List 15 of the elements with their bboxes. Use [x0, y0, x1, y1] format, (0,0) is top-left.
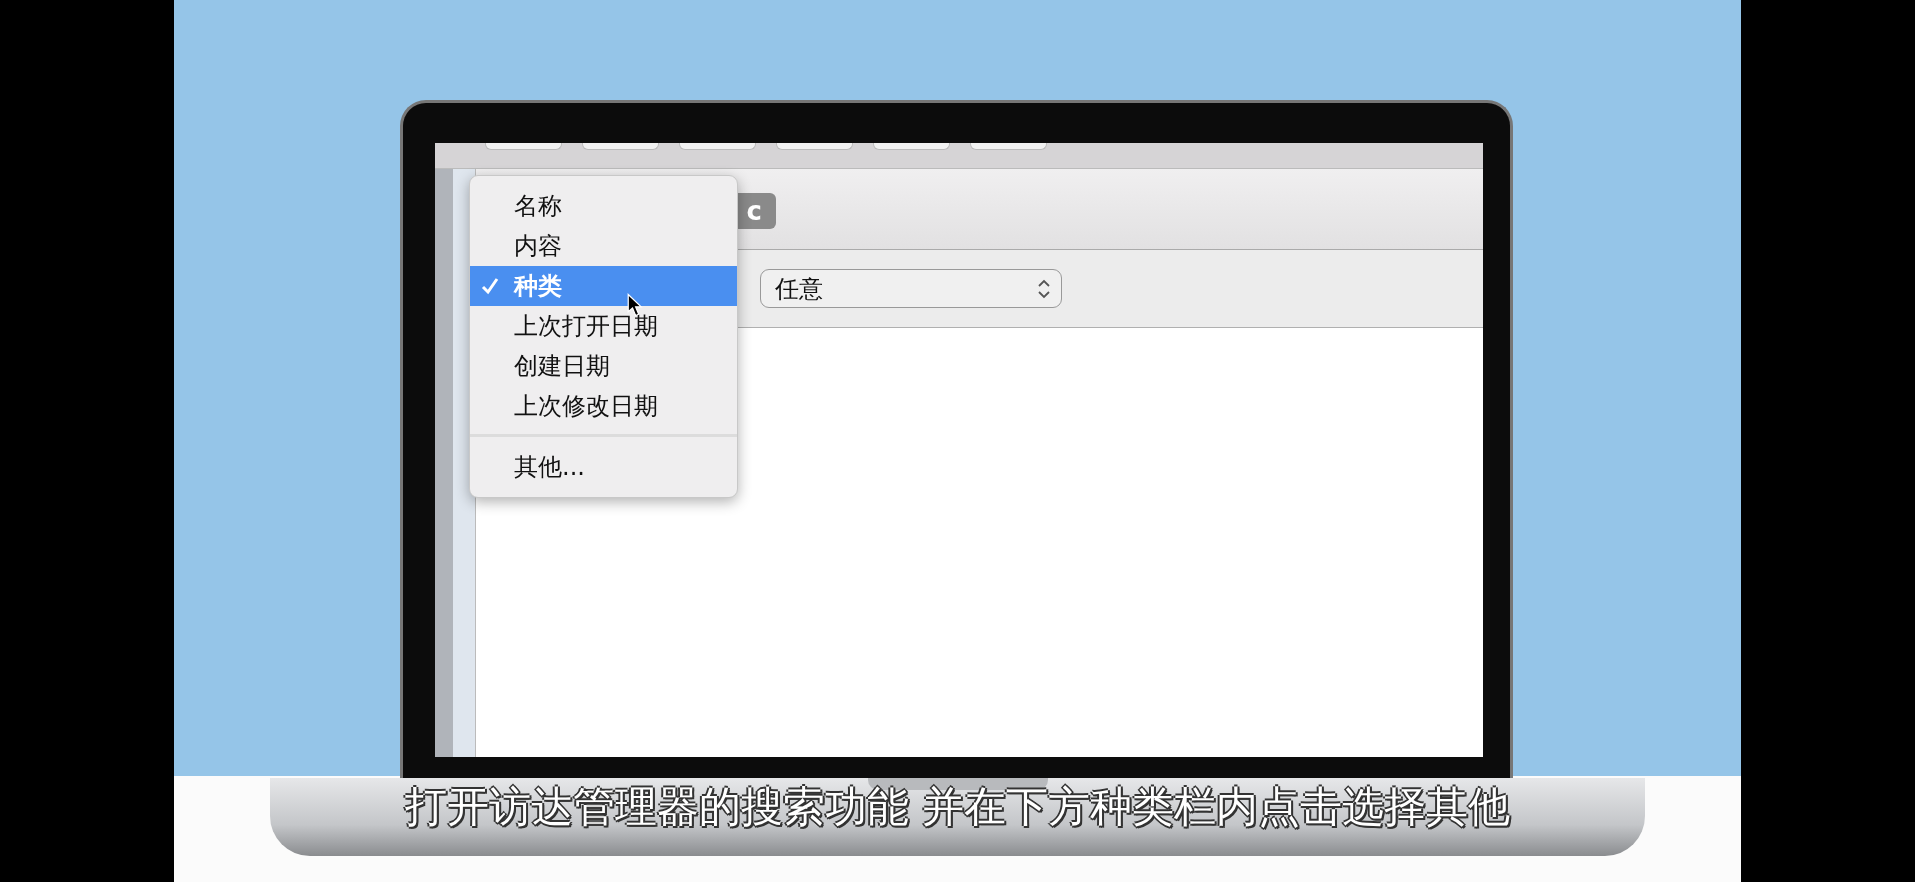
- menu-item[interactable]: 上次打开日期: [470, 306, 737, 346]
- checkmark-icon: [480, 276, 500, 296]
- toolbar-button[interactable]: [970, 143, 1047, 150]
- menu-item[interactable]: 上次修改日期: [470, 386, 737, 426]
- toolbar-button[interactable]: [679, 143, 756, 150]
- value-popup[interactable]: 任意: [760, 269, 1062, 308]
- toolbar-button[interactable]: [873, 143, 950, 150]
- toolbar-button[interactable]: [485, 143, 562, 150]
- menu-item[interactable]: 其他...: [470, 447, 737, 487]
- toolbar-button[interactable]: [776, 143, 853, 150]
- subtitle: 打开访达管理器的搜索功能 并在下方种类栏内点击选择其他: [404, 784, 1511, 831]
- chevron-updown-icon: [1037, 277, 1051, 300]
- menu-item[interactable]: 创建日期: [470, 346, 737, 386]
- menu-item[interactable]: 内容: [470, 226, 737, 266]
- toolbar-button[interactable]: [582, 143, 659, 150]
